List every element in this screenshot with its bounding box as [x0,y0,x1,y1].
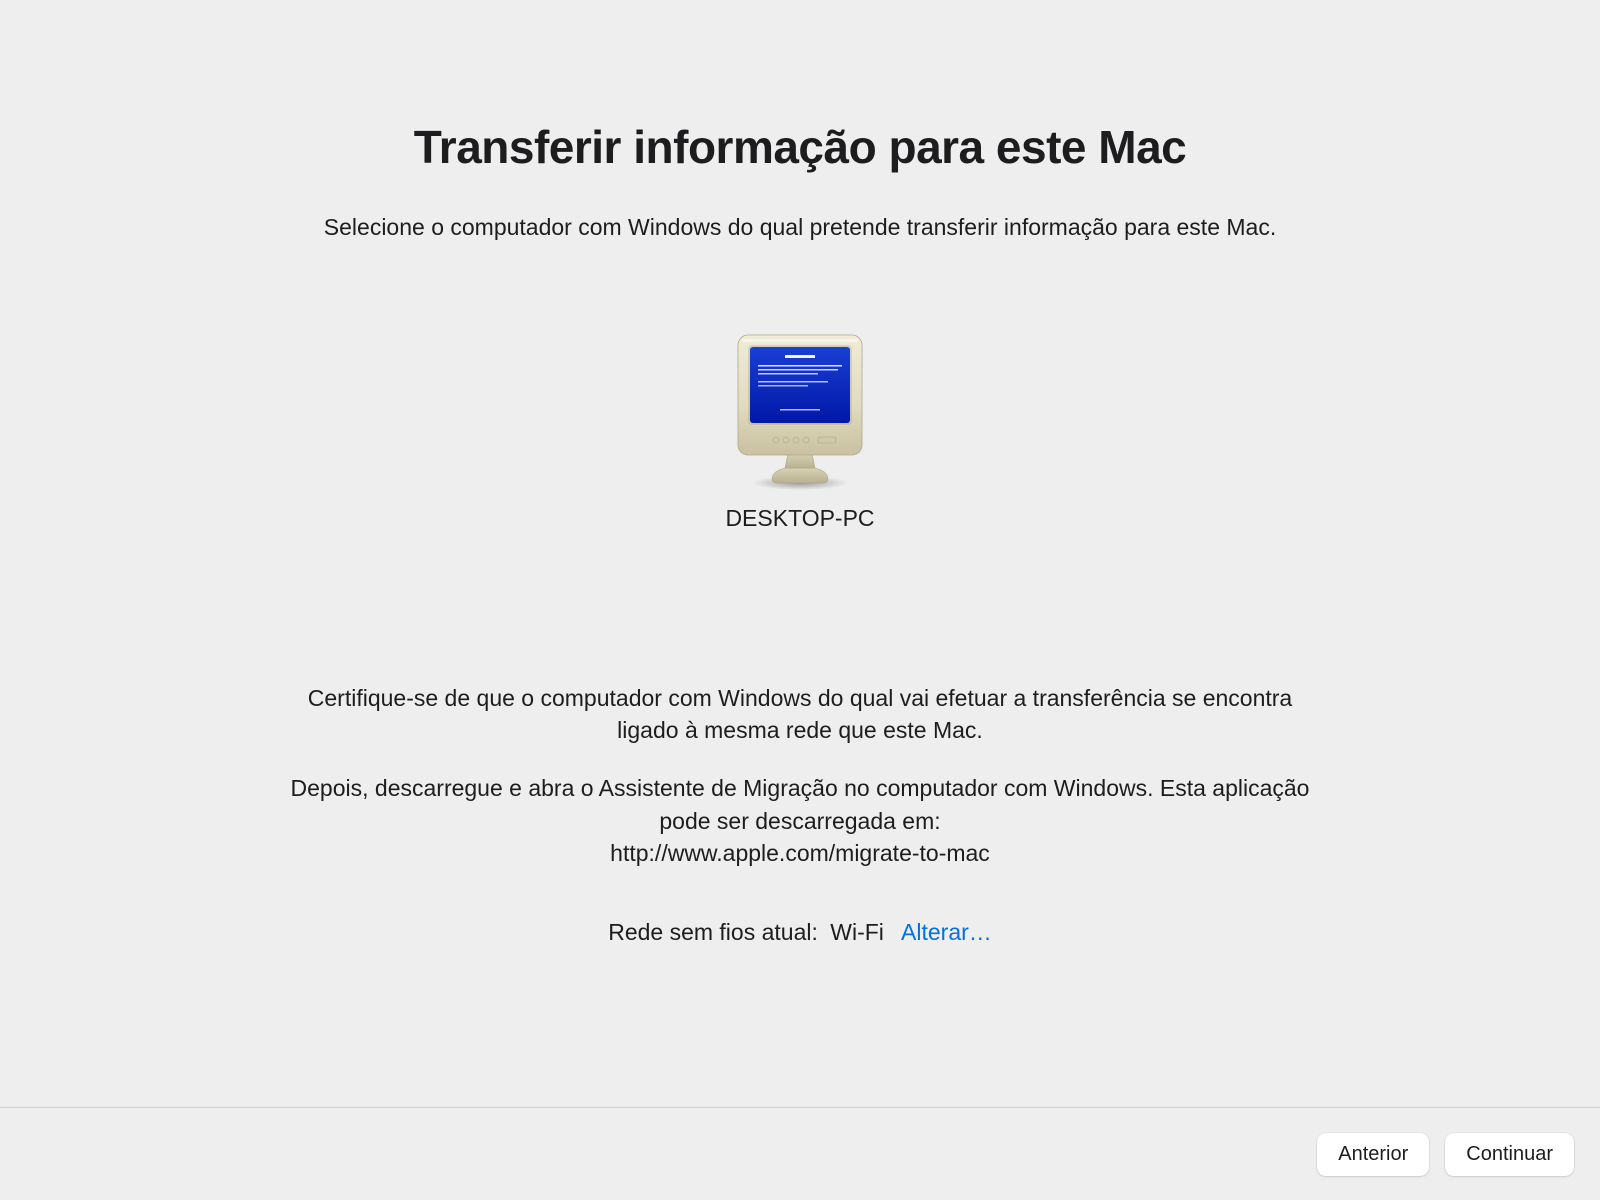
change-network-link[interactable]: Alterar… [901,919,992,945]
back-button[interactable]: Anterior [1317,1133,1429,1176]
info-section: Certifique-se de que o computador com Wi… [290,682,1310,946]
main-content: Transferir informação para este Mac Sele… [0,0,1600,1200]
page-title: Transferir informação para este Mac [414,120,1187,174]
footer-buttons: Anterior Continuar [1317,1133,1574,1176]
page-subtitle: Selecione o computador com Windows do qu… [324,214,1276,241]
network-name: Wi-Fi [830,919,884,945]
migration-assistant-window: Transferir informação para este Mac Sele… [0,0,1600,1200]
crt-pc-icon [730,331,870,491]
source-computer-name: DESKTOP-PC [725,505,874,532]
info-download-url: http://www.apple.com/migrate-to-mac [290,837,1310,869]
info-download-text: Depois, descarregue e abra o Assistente … [290,772,1310,836]
info-network-text: Certifique-se de que o computador com Wi… [290,682,1310,746]
network-row: Rede sem fios atual: Wi-Fi Alterar… [290,919,1310,946]
continue-button[interactable]: Continuar [1445,1133,1574,1176]
footer-separator [0,1107,1600,1108]
source-computer-item[interactable]: DESKTOP-PC [725,331,874,532]
network-label: Rede sem fios atual: [608,919,818,945]
